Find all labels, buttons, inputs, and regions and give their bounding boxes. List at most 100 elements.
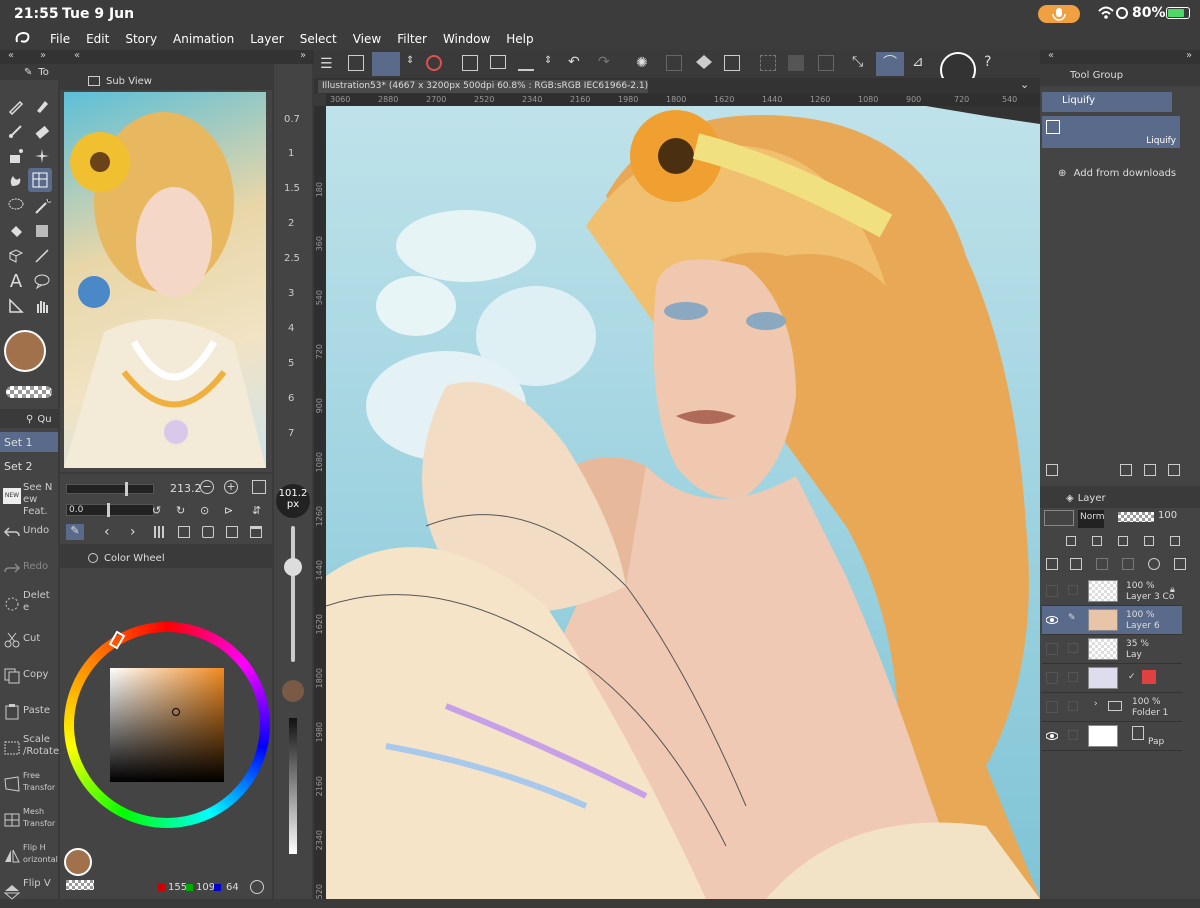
zoom-in-icon[interactable]: + bbox=[224, 480, 238, 494]
right-panel-expand-icon[interactable]: » bbox=[1186, 50, 1192, 61]
import-image-icon[interactable] bbox=[178, 526, 190, 538]
visibility-off-icon[interactable] bbox=[1046, 585, 1058, 597]
liquify-preset[interactable]: Liquify bbox=[1042, 116, 1180, 148]
tool-group-title[interactable]: Tool Group bbox=[1070, 70, 1123, 81]
layer-row-6[interactable]: ✎ 100 % Layer 6 bbox=[1042, 606, 1182, 635]
transparent-color-swatch[interactable] bbox=[6, 386, 52, 398]
reference-layer-icon[interactable] bbox=[1092, 536, 1102, 546]
balloon-tool-icon[interactable] bbox=[30, 269, 54, 293]
fill-toolbar-icon[interactable] bbox=[696, 55, 712, 69]
flip-vertical-subview-icon[interactable]: ⇵ bbox=[252, 504, 261, 517]
brush-size-5[interactable]: 3 bbox=[288, 288, 294, 299]
visibility-eye-icon[interactable] bbox=[1045, 614, 1059, 626]
text-tool-icon[interactable]: A bbox=[4, 269, 28, 293]
edit-mode-icon[interactable] bbox=[372, 52, 400, 76]
visibility-eye-icon[interactable] bbox=[1045, 730, 1059, 742]
layer-mask-icon[interactable] bbox=[1148, 558, 1160, 570]
angle-slider[interactable]: 0.0 bbox=[66, 503, 154, 517]
collapse-left-icon[interactable]: « bbox=[8, 50, 14, 61]
layer-mask-toggle[interactable] bbox=[1044, 510, 1074, 526]
special-ruler-icon[interactable]: ⊿ bbox=[912, 54, 924, 70]
expand-right-icon[interactable]: » bbox=[40, 50, 46, 61]
menu-hamburger-icon[interactable]: ☰ bbox=[320, 56, 333, 72]
fit-view-icon[interactable] bbox=[252, 480, 266, 494]
brush-size-indicator[interactable]: 101.2 px bbox=[276, 484, 310, 518]
main-color-mini[interactable] bbox=[64, 848, 92, 876]
record-icon[interactable] bbox=[426, 55, 442, 71]
brush-size-9[interactable]: 7 bbox=[288, 428, 294, 439]
layer-row-3-color[interactable]: 100 % Layer 3 Co 🔒︎ bbox=[1042, 577, 1182, 606]
tab-dropdown-icon[interactable]: ⌄ bbox=[1020, 78, 1029, 91]
undo-button[interactable]: Undo bbox=[0, 514, 58, 548]
menu-story[interactable]: Story bbox=[117, 32, 165, 46]
deselect-icon[interactable] bbox=[760, 55, 776, 71]
right-panel-collapse-icon[interactable]: « bbox=[1048, 50, 1054, 61]
flip-horizontal-button[interactable]: Flip H orizontal bbox=[0, 838, 58, 872]
tool-tab-label[interactable]: To bbox=[38, 67, 49, 78]
up-down-icon-2[interactable]: ⇕ bbox=[544, 55, 552, 66]
redo-toolbar-icon[interactable]: ↷ bbox=[598, 54, 610, 70]
tool-import-icon[interactable] bbox=[1120, 464, 1132, 476]
transfer-down-icon[interactable] bbox=[1096, 558, 1108, 570]
blend-tool-icon[interactable] bbox=[4, 169, 28, 193]
brush-size-2[interactable]: 1.5 bbox=[284, 183, 300, 194]
rotate-right-icon[interactable]: ↻ bbox=[176, 504, 185, 517]
menu-edit[interactable]: Edit bbox=[78, 32, 117, 46]
brush-size-0[interactable]: 0.7 bbox=[284, 114, 300, 125]
reference-image[interactable] bbox=[64, 92, 266, 468]
brush-size-7[interactable]: 5 bbox=[288, 358, 294, 369]
folder-expand-icon[interactable]: › bbox=[1094, 699, 1098, 709]
next-image-icon[interactable]: › bbox=[130, 524, 136, 540]
quick-set-2[interactable]: Set 2 bbox=[0, 456, 58, 476]
redo-button[interactable]: Redo bbox=[0, 550, 58, 584]
edit-image-icon[interactable] bbox=[226, 526, 238, 538]
new-folder-icon[interactable] bbox=[1070, 558, 1082, 570]
paste-button[interactable]: Paste bbox=[0, 694, 58, 728]
brush-size-4[interactable]: 2.5 bbox=[284, 253, 300, 264]
gradient-tool-icon[interactable] bbox=[30, 219, 54, 243]
layer-opacity-value[interactable]: 100 bbox=[1158, 510, 1177, 521]
brush-tool-icon[interactable] bbox=[4, 119, 28, 143]
grid-icon[interactable] bbox=[154, 526, 166, 538]
cut-button[interactable]: Cut bbox=[0, 622, 58, 656]
undo-toolbar-icon[interactable]: ↶ bbox=[568, 54, 580, 70]
fill-tool-icon[interactable] bbox=[4, 219, 28, 243]
app-logo-icon[interactable] bbox=[0, 30, 42, 49]
eraser-tool-icon[interactable] bbox=[30, 119, 54, 143]
camera-icon[interactable] bbox=[202, 526, 214, 538]
visibility-off-icon[interactable] bbox=[1046, 701, 1058, 713]
visibility-off-icon[interactable] bbox=[1046, 643, 1058, 655]
brush-size-3[interactable]: 2 bbox=[288, 218, 294, 229]
new-file-icon[interactable] bbox=[462, 55, 478, 71]
color-mode-icon[interactable] bbox=[250, 880, 264, 894]
main-color-swatch[interactable] bbox=[4, 330, 46, 372]
ruler-tool-icon[interactable] bbox=[4, 294, 28, 318]
layer-check-box[interactable] bbox=[1068, 643, 1078, 653]
open-folder-icon[interactable] bbox=[490, 55, 506, 69]
layer-row-35[interactable]: 35 % Lay bbox=[1042, 635, 1182, 664]
brush-size-6[interactable]: 4 bbox=[288, 323, 294, 334]
layer-panel-title[interactable]: Layer bbox=[1078, 493, 1106, 504]
layer-check-box[interactable] bbox=[1068, 672, 1078, 682]
figure-tool-icon[interactable] bbox=[4, 244, 28, 268]
invert-selection-icon[interactable] bbox=[788, 55, 804, 71]
layer-row-folder-1[interactable]: › 100 % Folder 1 bbox=[1042, 693, 1182, 722]
menu-view[interactable]: View bbox=[345, 32, 389, 46]
see-new-features-button[interactable]: NEW See N ew Feat. bbox=[0, 478, 58, 517]
document-tab[interactable]: Illustration53* (4667 x 3200px 500dpi 60… bbox=[318, 80, 648, 93]
menu-window[interactable]: Window bbox=[435, 32, 498, 46]
flip-vertical-button[interactable]: Flip V bbox=[0, 874, 58, 908]
save-icon[interactable] bbox=[518, 55, 534, 71]
tool-delete-icon[interactable] bbox=[1168, 464, 1180, 476]
copy-button[interactable]: Copy bbox=[0, 658, 58, 692]
drawing-canvas[interactable] bbox=[326, 106, 1040, 899]
sub-view-title[interactable]: Sub View bbox=[106, 76, 152, 87]
tool-settings-icon[interactable] bbox=[1046, 464, 1058, 476]
fit-canvas-icon[interactable] bbox=[348, 55, 364, 71]
new-raster-layer-icon[interactable] bbox=[1046, 558, 1058, 570]
add-from-downloads-button[interactable]: ⊕ Add from downloads bbox=[1058, 168, 1176, 179]
sparkle-tool-icon[interactable] bbox=[30, 144, 54, 168]
menu-file[interactable]: File bbox=[42, 32, 78, 46]
visibility-off-icon[interactable] bbox=[1046, 672, 1058, 684]
layer-row-paper[interactable]: Pap bbox=[1042, 722, 1182, 751]
